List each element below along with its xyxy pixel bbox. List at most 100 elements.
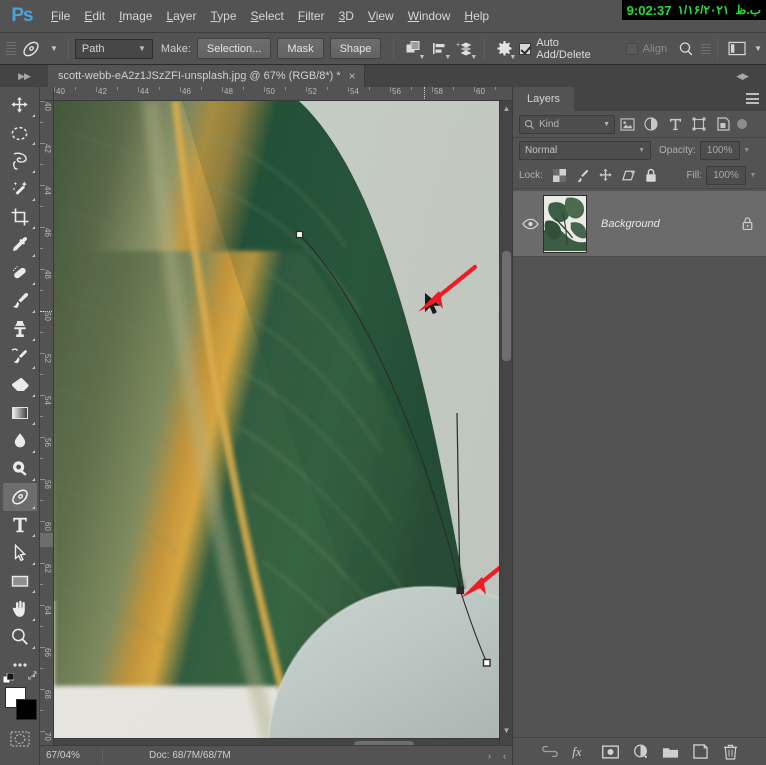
menu-filter[interactable]: Filter — [291, 6, 332, 26]
pen-mode-select[interactable]: Path ▼ — [74, 38, 153, 59]
auto-add-delete-checkbox[interactable]: Auto Add/Delete — [519, 37, 615, 61]
type-filter-icon[interactable] — [663, 113, 687, 135]
mask-icon[interactable] — [600, 742, 620, 762]
document-canvas[interactable] — [54, 101, 499, 751]
menu-image[interactable]: Image — [112, 6, 159, 26]
eye-icon[interactable] — [517, 218, 543, 230]
crop-tool[interactable] — [3, 203, 37, 231]
status-prev-icon[interactable]: ‹ — [503, 751, 506, 761]
gear-icon[interactable]: ▼ — [491, 36, 517, 62]
adjustment-filter-icon[interactable] — [639, 113, 663, 135]
opacity-chevron-icon[interactable]: ▼ — [740, 141, 754, 160]
align-checkbox[interactable]: Align — [625, 42, 667, 55]
panel-collapse-left-button[interactable]: ▶▶ — [0, 65, 48, 87]
align-check-box[interactable] — [625, 42, 638, 55]
quick-mask-icon[interactable] — [9, 729, 31, 749]
brush-tool[interactable] — [3, 287, 37, 315]
eraser-tool[interactable] — [3, 371, 37, 399]
path-operations-icon[interactable]: ▼ — [400, 36, 426, 62]
tool-expand-triangle — [31, 590, 35, 593]
zoom-level[interactable]: 67/04% — [40, 750, 102, 761]
panel-collapse-right-button[interactable]: ◀▶ — [718, 65, 766, 87]
layer-thumbnail[interactable] — [543, 194, 587, 253]
fill-value[interactable]: 100% — [706, 166, 746, 185]
history-brush-tool[interactable] — [3, 343, 37, 371]
lock-artboard-nesting-icon[interactable] — [617, 165, 640, 187]
make-selection-button[interactable]: Selection... — [196, 38, 272, 59]
lock-all-icon[interactable] — [640, 165, 663, 187]
auto-add-delete-check-box[interactable] — [519, 42, 532, 55]
menu-layer[interactable]: Layer — [159, 6, 203, 26]
filter-toggle-icon[interactable] — [737, 119, 747, 129]
path-direction-handle-line — [456, 412, 461, 591]
options-bar-grip[interactable] — [6, 38, 16, 60]
workspace-chevron-icon[interactable]: ▼ — [750, 36, 766, 62]
status-arrows[interactable]: › ‹ — [488, 751, 512, 761]
lock-position-icon[interactable] — [594, 165, 617, 187]
move-tool[interactable] — [3, 91, 37, 119]
lasso-tool[interactable] — [3, 147, 37, 175]
blend-mode-select[interactable]: Normal ▼ — [519, 141, 651, 160]
blur-tool[interactable] — [3, 427, 37, 455]
menu-view[interactable]: View — [361, 6, 401, 26]
fill-chevron-icon[interactable]: ▼ — [746, 166, 760, 185]
document-tab[interactable]: scott-webb-eA2z1JSzZFI-unsplash.jpg @ 67… — [48, 65, 365, 87]
gradient-tool[interactable] — [3, 399, 37, 427]
quick-selection-tool[interactable] — [3, 175, 37, 203]
folder-icon[interactable] — [660, 742, 680, 762]
close-icon[interactable]: × — [349, 69, 356, 83]
background-color-swatch[interactable] — [15, 699, 37, 720]
smartobject-filter-icon[interactable] — [711, 113, 735, 135]
pixel-filter-icon[interactable] — [615, 113, 639, 135]
half-circle-icon[interactable] — [630, 742, 650, 762]
default-colors-icon[interactable] — [2, 671, 14, 684]
path-selection-tool[interactable] — [3, 539, 37, 567]
panel-menu-icon[interactable] — [746, 93, 759, 104]
lock-transparent-pixels-icon[interactable] — [548, 165, 571, 187]
table-row[interactable]: Background — [513, 191, 766, 257]
menu-window[interactable]: Window — [401, 6, 458, 26]
opacity-value[interactable]: 100% — [699, 141, 740, 160]
make-mask-button[interactable]: Mask — [277, 38, 324, 59]
type-tool[interactable] — [3, 511, 37, 539]
menu-type[interactable]: Type — [203, 6, 243, 26]
zoom-tool[interactable] — [3, 623, 37, 651]
link-icon[interactable] — [540, 742, 560, 762]
rectangle-tool[interactable] — [3, 567, 37, 595]
new-layer-icon[interactable] — [690, 742, 710, 762]
clone-stamp-tool[interactable] — [3, 315, 37, 343]
make-shape-button[interactable]: Shape — [329, 38, 382, 59]
menu-file[interactable]: File — [44, 6, 77, 26]
marquee-tool[interactable] — [3, 119, 37, 147]
path-arrangement-icon[interactable]: + ▼ — [452, 36, 478, 62]
tool-expand-triangle — [31, 114, 35, 117]
search-icon[interactable] — [673, 36, 699, 62]
eyedropper-tool[interactable] — [3, 231, 37, 259]
shape-filter-icon[interactable] — [687, 113, 711, 135]
tool-expand-triangle — [31, 282, 35, 285]
layer-name[interactable]: Background — [587, 218, 736, 230]
fx-icon[interactable]: fx — [570, 742, 590, 762]
menu-help[interactable]: Help — [457, 6, 496, 26]
layer-kind-select[interactable]: Kind ▼ — [519, 114, 615, 134]
menu-3d[interactable]: 3D — [332, 6, 361, 26]
tab-layers[interactable]: Layers — [513, 87, 575, 111]
vertical-scroll-thumb[interactable] — [502, 251, 511, 361]
lock-image-pixels-icon[interactable] — [571, 165, 594, 187]
workspace-panel-icon[interactable] — [724, 36, 750, 62]
swap-colors-icon[interactable]: ⤢ — [28, 670, 37, 683]
menu-edit[interactable]: Edit — [77, 6, 112, 26]
path-alignment-icon[interactable]: ▼ — [426, 36, 452, 62]
pen-tool-preset-chevron[interactable]: ▼ — [46, 36, 62, 62]
menu-bar: Ps File Edit Image Layer Type Select Fil… — [0, 0, 766, 32]
pen-tool[interactable] — [2, 483, 37, 511]
document-info[interactable]: Doc: 68/7M/68/7M — [103, 750, 231, 761]
trash-icon[interactable] — [720, 742, 740, 762]
dodge-tool[interactable] — [3, 455, 37, 483]
status-next-icon[interactable]: › — [488, 751, 491, 761]
hand-tool[interactable] — [3, 595, 37, 623]
canvas-vertical-scrollbar[interactable]: ▲ ▼ — [499, 101, 512, 751]
chevron-down-icon: ▼ — [418, 53, 426, 61]
menu-select[interactable]: Select — [244, 6, 291, 26]
spot-healing-tool[interactable] — [3, 259, 37, 287]
